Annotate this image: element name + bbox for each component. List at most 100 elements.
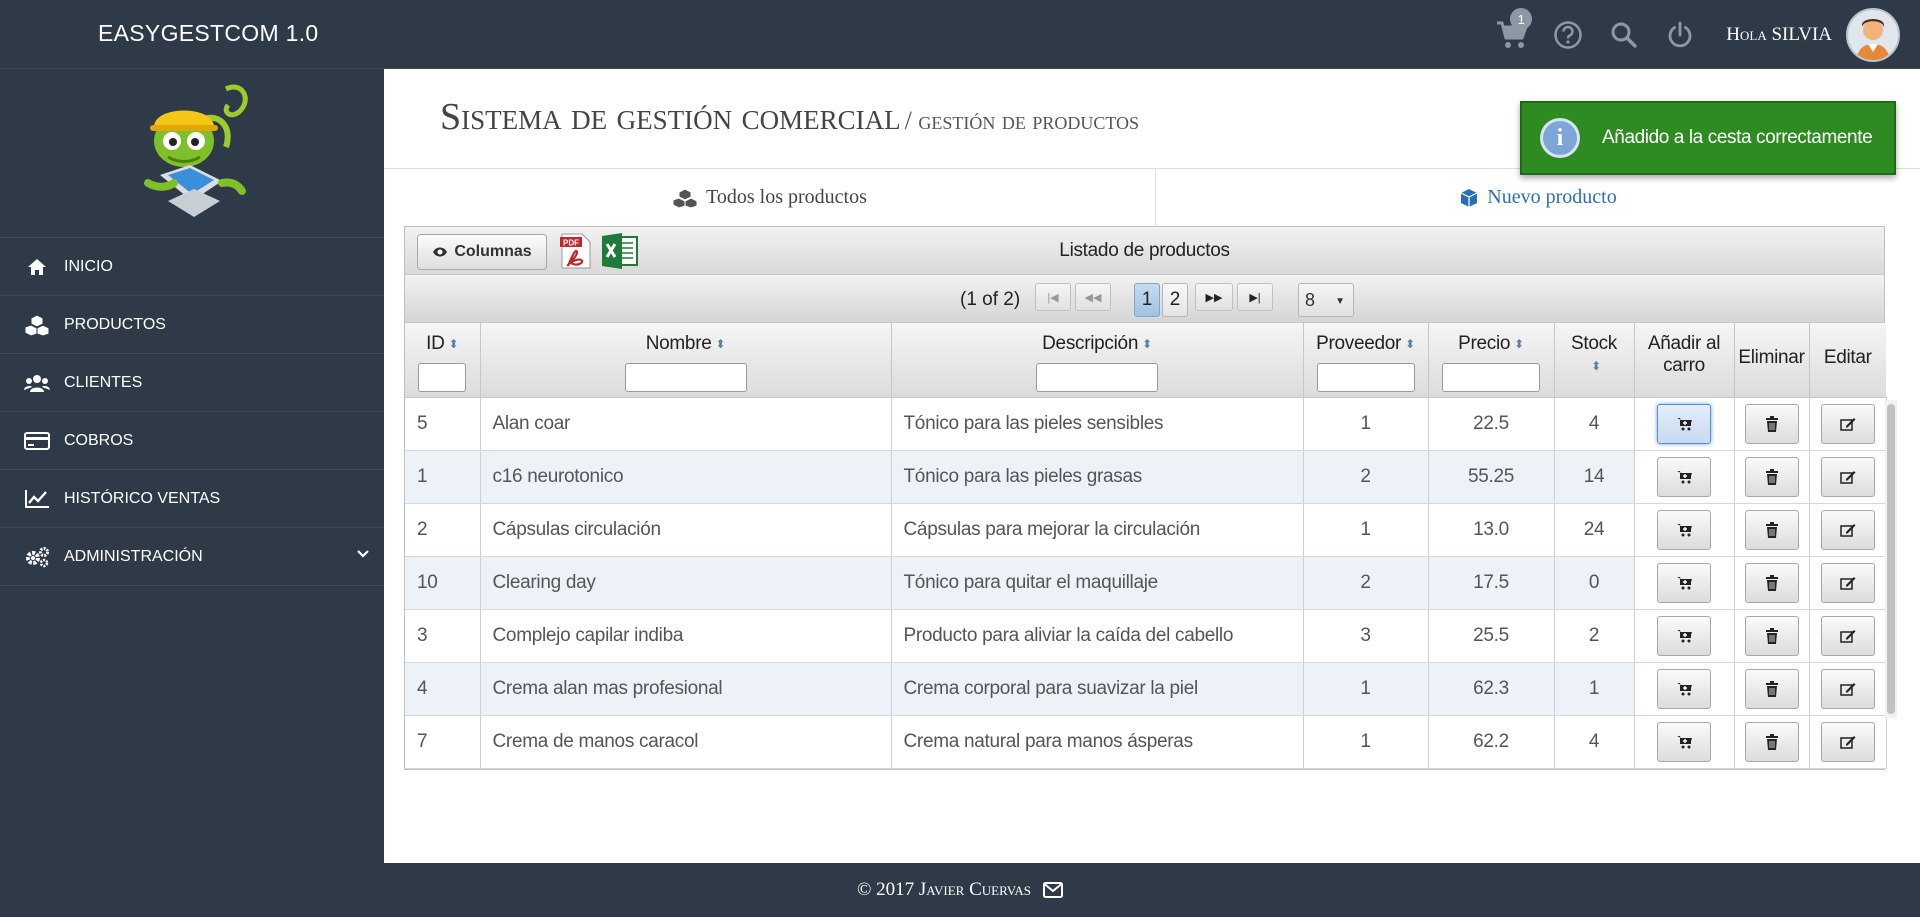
sidebar-item-administracion[interactable]: Administración — [0, 528, 384, 586]
footer-copyright: © 2017 Javier Cuervas — [856, 879, 1032, 900]
edit-button[interactable] — [1820, 721, 1875, 762]
edit-button[interactable] — [1820, 668, 1875, 709]
cart-button[interactable]: 1 — [1484, 0, 1540, 69]
cell-stock: 4 — [1554, 397, 1635, 451]
filter-descripcion-input[interactable] — [1036, 363, 1158, 392]
paginator-first-button[interactable]: |◀ — [1035, 283, 1071, 311]
filter-precio-input[interactable] — [1442, 363, 1540, 392]
add-to-cart-button[interactable] — [1657, 562, 1711, 603]
column-header-proveedor[interactable]: Proveedor ⬍ — [1303, 323, 1429, 398]
sidebar-item-productos[interactable]: Productos — [0, 296, 384, 354]
add-to-cart-button[interactable] — [1657, 721, 1711, 762]
add-to-cart-button[interactable] — [1657, 615, 1711, 656]
table-scrollbar[interactable] — [1885, 400, 1897, 718]
table-row[interactable]: 4 Crema alan mas profesional Crema corpo… — [405, 662, 1887, 716]
search-button[interactable] — [1596, 0, 1652, 69]
paginator-prev-button[interactable]: ◀◀ — [1075, 283, 1111, 311]
sort-icon: ⬍ — [448, 336, 459, 351]
sidebar-item-label: Histórico ventas — [64, 489, 221, 507]
add-to-cart-button[interactable] — [1657, 668, 1711, 709]
cell-proveedor: 1 — [1303, 503, 1429, 557]
delete-button[interactable] — [1744, 615, 1799, 656]
logout-button[interactable] — [1652, 0, 1708, 69]
table-row[interactable]: 10 Clearing day Tónico para quitar el ma… — [405, 556, 1887, 610]
cell-edit — [1809, 450, 1887, 504]
top-icons: 1 Hola SILVIA — [1484, 0, 1920, 69]
add-to-cart-button[interactable] — [1657, 456, 1711, 497]
paginator-next-button[interactable]: ▶▶ — [1195, 283, 1233, 311]
table-row[interactable]: 7 Crema de manos caracol Crema natural p… — [405, 715, 1887, 769]
edit-icon — [1839, 576, 1855, 590]
column-header-id[interactable]: ID ⬍ — [405, 323, 481, 398]
table-row[interactable]: 5 Alan coar Tónico para las pieles sensi… — [405, 397, 1887, 451]
filter-nombre-input[interactable] — [624, 363, 747, 392]
header-label: ID — [426, 333, 445, 354]
delete-button[interactable] — [1744, 721, 1799, 762]
table-row[interactable]: 1 c16 neurotonico Tónico para las pieles… — [405, 450, 1887, 504]
cell-edit — [1809, 609, 1887, 663]
cell-precio: 22.5 — [1428, 397, 1555, 451]
sidebar-item-label: Administración — [64, 547, 203, 565]
cart-add-icon — [1677, 576, 1692, 589]
trash-icon — [1765, 468, 1778, 485]
column-header-nombre[interactable]: Nombre ⬍ — [480, 323, 892, 398]
delete-button[interactable] — [1744, 509, 1799, 550]
cell-add-to-cart — [1634, 609, 1735, 663]
paginator-page-1[interactable]: 1 — [1134, 283, 1160, 317]
app-logo — [138, 79, 258, 229]
header-label: Proveedor — [1316, 333, 1402, 354]
sidebar-item-inicio[interactable]: Inicio — [0, 238, 384, 296]
app-brand[interactable]: EASYGESTCOM 1.0 — [98, 20, 319, 47]
footer: © 2017 Javier Cuervas — [0, 863, 1920, 917]
delete-button[interactable] — [1744, 403, 1799, 444]
cell-proveedor: 1 — [1303, 662, 1429, 716]
column-header-precio[interactable]: Precio ⬍ — [1428, 323, 1555, 398]
rows-per-page-select[interactable]: 8 ▼ — [1298, 283, 1354, 317]
cell-nombre: Complejo capilar indiba — [480, 609, 892, 663]
delete-button[interactable] — [1744, 562, 1799, 603]
sidebar-item-cobros[interactable]: Cobros — [0, 412, 384, 470]
edit-button[interactable] — [1820, 456, 1875, 497]
trash-icon — [1765, 627, 1778, 644]
filter-id-input[interactable] — [418, 363, 467, 392]
sidebar-item-clientes[interactable]: Clientes — [0, 354, 384, 412]
table-row[interactable]: 3 Complejo capilar indiba Producto para … — [405, 609, 1887, 663]
edit-icon — [1839, 682, 1855, 696]
sidebar-item-historico-ventas[interactable]: Histórico ventas — [0, 470, 384, 528]
sidebar-item-label: Productos — [64, 315, 166, 333]
notification-toast[interactable]: i Añadido a la cesta correctamente — [1520, 101, 1896, 175]
cell-id: 1 — [405, 450, 481, 504]
tab-label: Nuevo producto — [1487, 186, 1617, 208]
tab-todos-los-productos[interactable]: Todos los productos — [384, 168, 1156, 226]
filter-proveedor-input[interactable] — [1316, 363, 1415, 392]
paginator-page-2[interactable]: 2 — [1162, 283, 1188, 317]
tab-nuevo-producto[interactable]: Nuevo producto — [1156, 168, 1920, 226]
cell-descripcion: Crema natural para manos ásperas — [891, 715, 1304, 769]
help-button[interactable] — [1540, 0, 1596, 69]
column-header-descripcion[interactable]: Descripción ⬍ — [891, 323, 1304, 398]
table-row[interactable]: 2 Cápsulas circulación Cápsulas para mej… — [405, 503, 1887, 557]
edit-icon — [1839, 735, 1855, 749]
cell-stock: 14 — [1554, 450, 1635, 504]
chevron-down-icon[interactable] — [356, 546, 370, 564]
line-chart-icon — [24, 488, 50, 510]
edit-button[interactable] — [1820, 509, 1875, 550]
table-header-row: ID ⬍ Nombre ⬍ Descripción ⬍ Proveedor ⬍ Prec… — [405, 323, 1886, 398]
paginator-last-button[interactable]: ▶| — [1237, 283, 1273, 311]
cell-add-to-cart — [1634, 397, 1735, 451]
sidebar-item-label: Inicio — [64, 257, 113, 275]
sidebar-item-label: Clientes — [64, 373, 143, 391]
edit-button[interactable] — [1820, 615, 1875, 656]
delete-button[interactable] — [1744, 668, 1799, 709]
edit-button[interactable] — [1820, 562, 1875, 603]
column-header-stock[interactable]: Stock ⬍ — [1554, 323, 1635, 398]
envelope-icon[interactable] — [1043, 882, 1064, 898]
cell-proveedor: 2 — [1303, 450, 1429, 504]
edit-button[interactable] — [1820, 403, 1875, 444]
delete-button[interactable] — [1744, 456, 1799, 497]
avatar[interactable] — [1846, 7, 1900, 62]
scrollbar-thumb[interactable] — [1887, 404, 1895, 714]
sort-icon: ⬍ — [1142, 336, 1152, 351]
add-to-cart-button[interactable] — [1657, 509, 1711, 550]
add-to-cart-button[interactable] — [1657, 403, 1711, 444]
